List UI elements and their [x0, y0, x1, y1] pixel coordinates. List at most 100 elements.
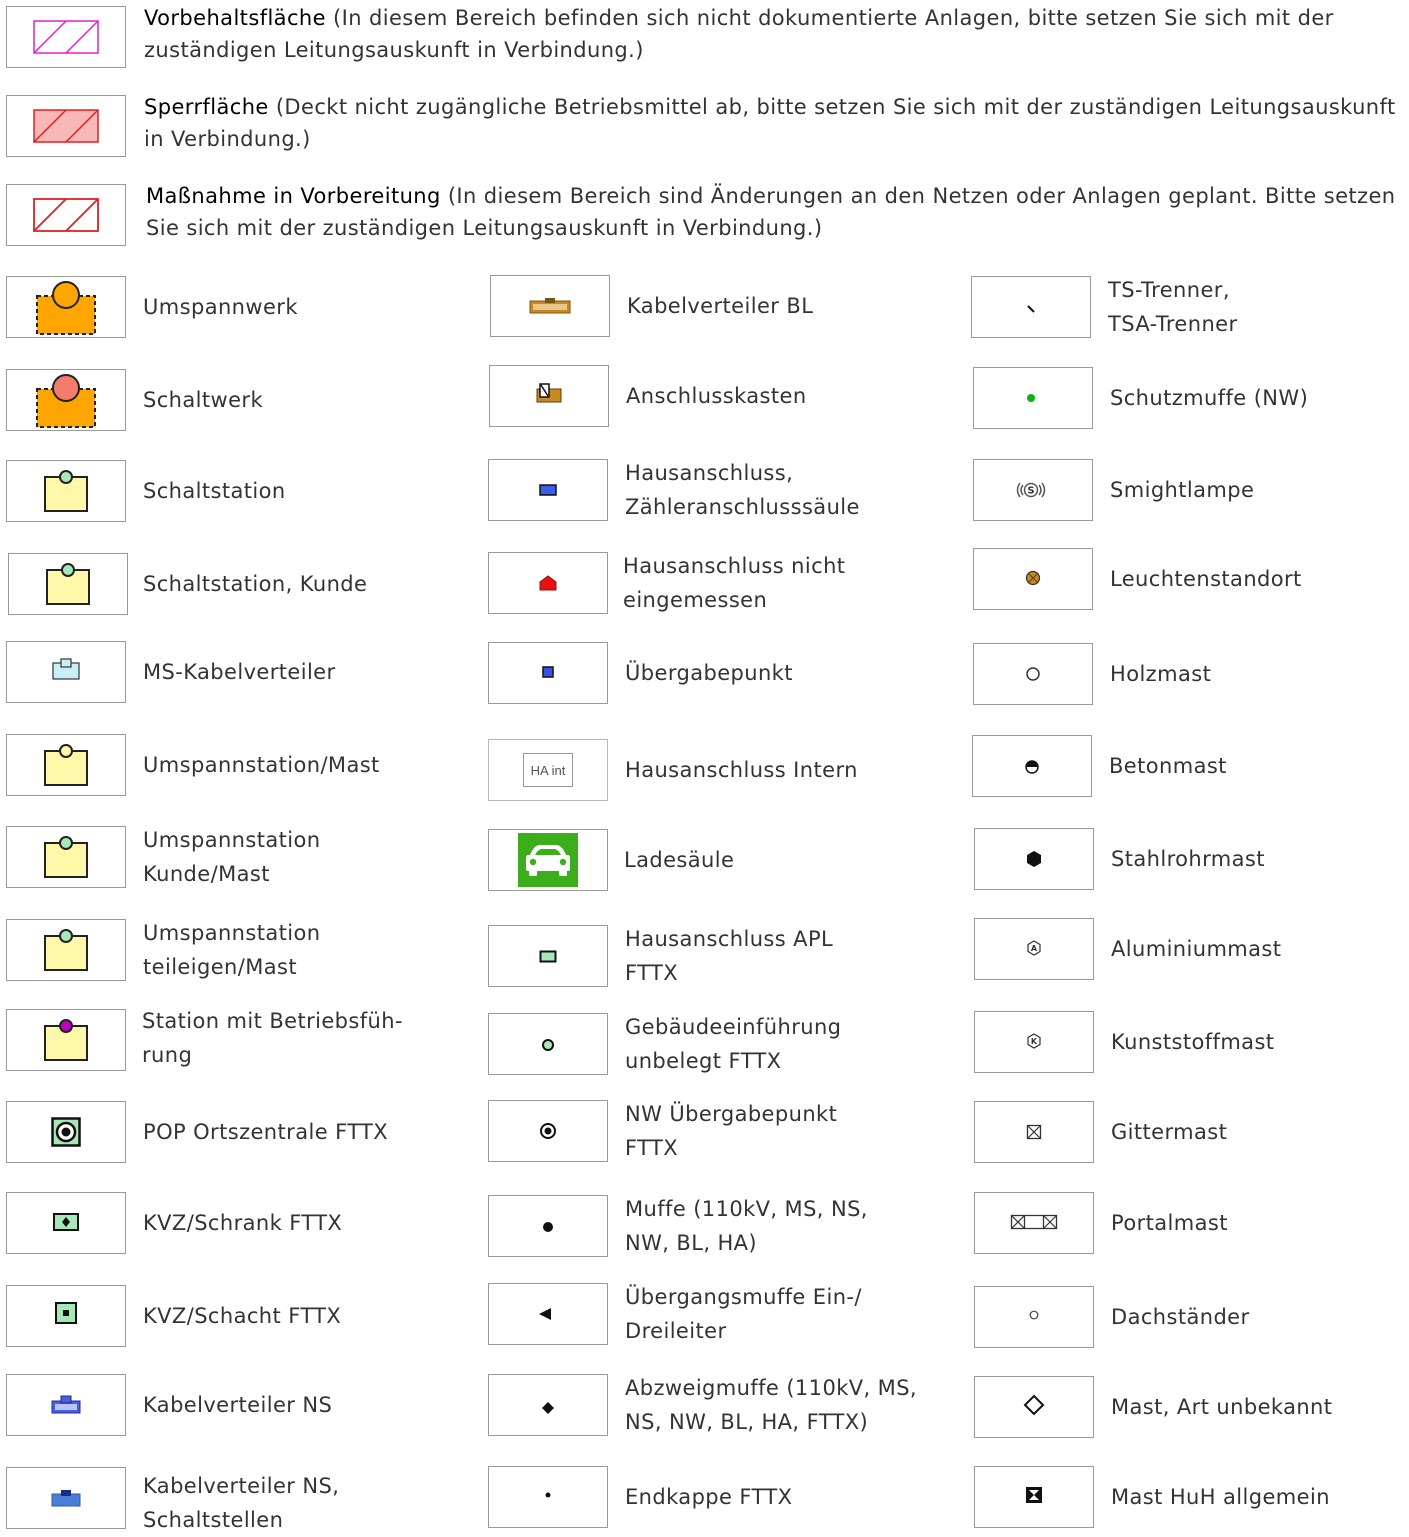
- svg-text:K: K: [1031, 1037, 1038, 1046]
- symbol-box: [6, 1467, 126, 1529]
- symbol-box: [488, 1195, 608, 1257]
- pop-central-icon: [51, 1117, 81, 1147]
- symbol-box: [6, 919, 126, 981]
- symbol-box: [6, 1101, 126, 1163]
- symbol-box: [488, 552, 608, 614]
- switchgear-orange-icon: [36, 374, 96, 428]
- protective-sleeve-icon: [1027, 394, 1035, 402]
- portal-mast-icon: [1010, 1214, 1058, 1230]
- legend-label-text: Kunststoffmast: [1111, 1030, 1275, 1054]
- symbol-box: [6, 1285, 126, 1347]
- legend-label-text: Betonmast: [1109, 754, 1227, 778]
- transfer-point-icon: [542, 666, 554, 678]
- symbol-box: [973, 367, 1093, 429]
- legend-label-text: Muffe (110kV, MS, NS, NW, BL, HA): [625, 1197, 868, 1255]
- area-description: Maßnahme in Vorbereitung (In diesem Bere…: [146, 180, 1401, 244]
- legend-label-text: KVZ/Schrank FTTX: [143, 1211, 343, 1235]
- legend-label-text: Hausanschluss nicht eingemessen: [623, 554, 846, 612]
- area-note: (Deckt nicht zugängliche Betriebsmittel …: [144, 95, 1396, 151]
- substation-orange-icon: [36, 281, 96, 335]
- legend-label: Übergabepunkt: [625, 642, 925, 704]
- legend-label: Muffe (110kV, MS, NS, NW, BL, HA): [625, 1195, 925, 1257]
- legend-label-text: TS-Trenner, TSA-Trenner: [1108, 278, 1238, 336]
- symbol-box: [974, 1376, 1094, 1438]
- legend-label-text: Stahlrohrmast: [1111, 847, 1265, 871]
- house-connection-apl-icon: [539, 950, 557, 963]
- symbol-box: [488, 1100, 608, 1162]
- legend-label: POP Ortszentrale FTTX: [143, 1101, 443, 1163]
- legend-label-text: Mast, Art unbekannt: [1111, 1395, 1333, 1419]
- symbol-box: [973, 548, 1093, 610]
- connection-box-icon: [536, 383, 562, 403]
- legend-label-text: Schutzmuffe (NW): [1110, 386, 1309, 410]
- legend-label-text: Umspannwerk: [143, 295, 298, 319]
- legend-label: Betonmast: [1109, 735, 1409, 797]
- legend-label: MS-Kabelverteiler: [143, 641, 443, 703]
- symbol-box: [488, 459, 608, 521]
- sleeve-dot-icon: [543, 1222, 553, 1232]
- area-title: Sperrfläche: [144, 95, 269, 119]
- symbol-box: [6, 460, 126, 522]
- legend-label: Hausanschluss APL FTTX: [625, 925, 925, 987]
- kvz-cabinet-icon: [53, 1213, 79, 1231]
- legend-label: Umspannwerk: [143, 276, 443, 338]
- symbol-box: HA int: [488, 739, 608, 801]
- symbol-box: [6, 1374, 126, 1436]
- legend-label-text: Dachständer: [1111, 1305, 1250, 1329]
- legend-label: Station mit Betriebsfüh- rung: [142, 1009, 442, 1071]
- legend-label-text: Kabelverteiler NS: [143, 1393, 333, 1417]
- legend-label: Holzmast: [1110, 643, 1409, 705]
- symbol-box: [974, 1101, 1094, 1163]
- legend-label-text: Smightlampe: [1110, 478, 1255, 502]
- symbol-box: S: [973, 459, 1093, 521]
- house-connection-unmeasured-icon: [539, 575, 557, 591]
- legend-label: TS-Trenner, TSA-Trenner: [1108, 276, 1408, 338]
- symbol-box: [488, 925, 608, 987]
- mast-huh-icon: [1026, 1487, 1042, 1503]
- legend-label-text: NW Übergabepunkt FTTX: [625, 1102, 838, 1160]
- symbol-box: [971, 276, 1091, 338]
- legend-label-text: Umspannstation teileigen/Mast: [143, 921, 321, 979]
- symbol-box: [488, 642, 608, 704]
- legend-label-text: Schaltwerk: [143, 388, 264, 412]
- legend-label-text: Hausanschluss, Zähleranschlusssäule: [625, 461, 860, 519]
- legend-label-text: Schaltstation, Kunde: [143, 572, 368, 596]
- svg-text:A: A: [1031, 944, 1038, 953]
- legend-label: Umspannstation Kunde/Mast: [143, 826, 443, 888]
- legend-label-text: Leuchtenstandort: [1110, 567, 1302, 591]
- building-entry-icon: [542, 1039, 554, 1051]
- legend-label-text: Umspannstation Kunde/Mast: [143, 828, 321, 886]
- planned-area-icon: [33, 198, 99, 232]
- concrete-mast-icon: [1025, 760, 1039, 774]
- legend-label: Ladesäule: [624, 829, 924, 891]
- legend-label: Umspannstation teileigen/Mast: [143, 919, 443, 981]
- symbol-box: [488, 829, 608, 891]
- symbol-box: [488, 1283, 608, 1345]
- kvz-shaft-icon: [55, 1302, 77, 1324]
- area-title: Vorbehaltsfläche: [144, 6, 326, 30]
- disconnector-icon: [1027, 305, 1035, 313]
- end-cap-icon: [545, 1492, 551, 1498]
- legend-label-text: Mast HuH allgemein: [1111, 1485, 1330, 1509]
- area-description: Sperrfläche (Deckt nicht zugängliche Bet…: [144, 91, 1399, 155]
- switching-station-customer-icon: [46, 563, 90, 605]
- legend-label-text: Übergangsmuffe Ein-/ Dreileiter: [625, 1285, 862, 1343]
- reserved-area-icon: [33, 20, 99, 54]
- legend-label-text: Portalmast: [1111, 1211, 1228, 1235]
- legend-label-text: Abzweigmuffe (110kV, MS, NS, NW, BL, HA,…: [625, 1376, 918, 1434]
- legend-label-text: Gebäudeeinführung unbelegt FTTX: [625, 1015, 842, 1073]
- legend-label-text: Kabelverteiler BL: [627, 294, 814, 318]
- legend-label-text: Übergabepunkt: [625, 661, 793, 685]
- aluminium-mast-icon: A: [1027, 940, 1041, 956]
- legend-label: Hausanschluss, Zähleranschlusssäule: [625, 459, 925, 521]
- symbol-box: [6, 1192, 126, 1254]
- legend-label: KVZ/Schacht FTTX: [143, 1285, 443, 1347]
- legend-label-text: Aluminiummast: [1111, 937, 1282, 961]
- legend-label-text: Hausanschluss Intern: [625, 758, 858, 782]
- symbol-box: [974, 1192, 1094, 1254]
- transformer-station-mast-icon: [44, 744, 88, 786]
- symbol-box: [8, 553, 128, 615]
- symbol-box: [488, 1374, 608, 1436]
- ha-int-icon: HA int: [523, 753, 573, 787]
- ms-cable-distributor-icon: [52, 658, 80, 680]
